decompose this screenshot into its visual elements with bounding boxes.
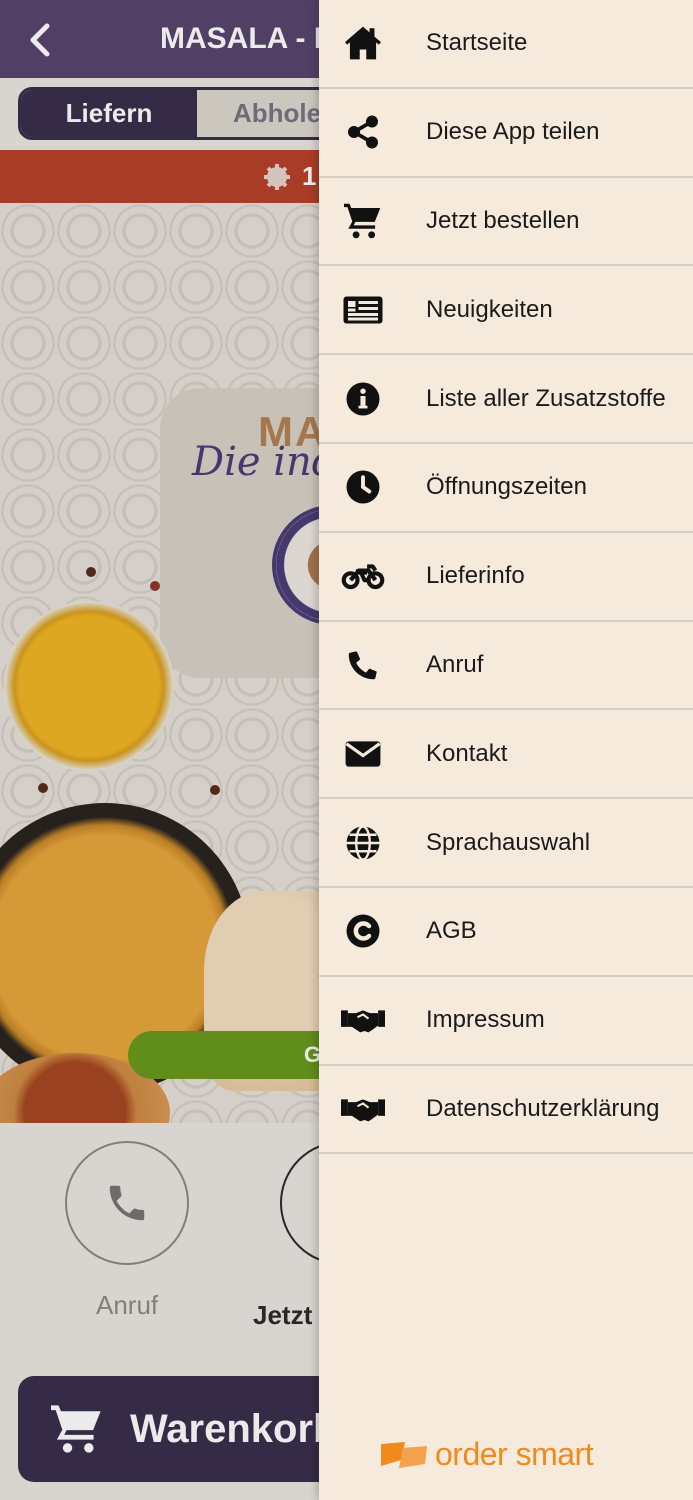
menu-item-delivery-info[interactable]: Lieferinfo xyxy=(319,533,693,622)
menu-item-additives[interactable]: Liste aller Zusatzstoffe xyxy=(319,355,693,444)
menu-item-call[interactable]: Anruf xyxy=(319,622,693,711)
menu-label: Startseite xyxy=(426,29,528,57)
copyright-icon xyxy=(341,909,385,953)
menu-item-news[interactable]: Neuigkeiten xyxy=(319,266,693,356)
envelope-icon xyxy=(341,732,385,776)
menu-item-share[interactable]: Diese App teilen xyxy=(319,89,693,178)
phone-icon xyxy=(341,643,385,687)
menu-item-startseite[interactable]: Startseite xyxy=(319,0,693,89)
motorcycle-icon xyxy=(341,554,385,598)
navigation-drawer: Startseite Diese App teilen Jetzt bestel… xyxy=(319,0,693,1500)
menu-label: Öffnungszeiten xyxy=(426,473,588,501)
order-smart-logo-icon xyxy=(381,1441,427,1468)
clock-icon xyxy=(341,465,385,509)
menu-label: Diese App teilen xyxy=(426,118,600,146)
menu-item-opening-hours[interactable]: Öffnungszeiten xyxy=(319,444,693,533)
info-icon xyxy=(341,377,385,421)
handshake-icon xyxy=(341,998,385,1042)
brand-text: order smart xyxy=(435,1436,594,1472)
menu-label: Sprachauswahl xyxy=(426,828,591,856)
menu-item-contact[interactable]: Kontakt xyxy=(319,710,693,800)
menu-label: Kontakt xyxy=(426,739,508,767)
menu-item-imprint[interactable]: Impressum xyxy=(319,977,693,1066)
news-icon xyxy=(341,288,385,332)
globe-icon xyxy=(341,821,385,865)
menu-item-terms[interactable]: AGB xyxy=(319,888,693,977)
menu-label: Lieferinfo xyxy=(426,562,525,590)
menu-label: AGB xyxy=(426,917,477,945)
menu-label: Datenschutzerklärung xyxy=(426,1094,660,1122)
menu-label: Liste aller Zusatzstoffe xyxy=(426,384,666,412)
cart-icon xyxy=(341,199,385,243)
menu-label: Anruf xyxy=(426,650,484,678)
home-icon xyxy=(341,21,385,65)
menu-label: Impressum xyxy=(426,1006,545,1034)
handshake-icon xyxy=(341,1087,385,1131)
menu-item-language[interactable]: Sprachauswahl xyxy=(319,799,693,888)
order-smart-logo: order smart xyxy=(379,1436,594,1473)
menu-item-order-now[interactable]: Jetzt bestellen xyxy=(319,178,693,267)
menu-label: Jetzt bestellen xyxy=(426,206,580,234)
menu-label: Neuigkeiten xyxy=(426,295,553,323)
share-icon xyxy=(341,110,385,154)
menu-item-privacy[interactable]: Datenschutzerklärung xyxy=(319,1066,693,1155)
